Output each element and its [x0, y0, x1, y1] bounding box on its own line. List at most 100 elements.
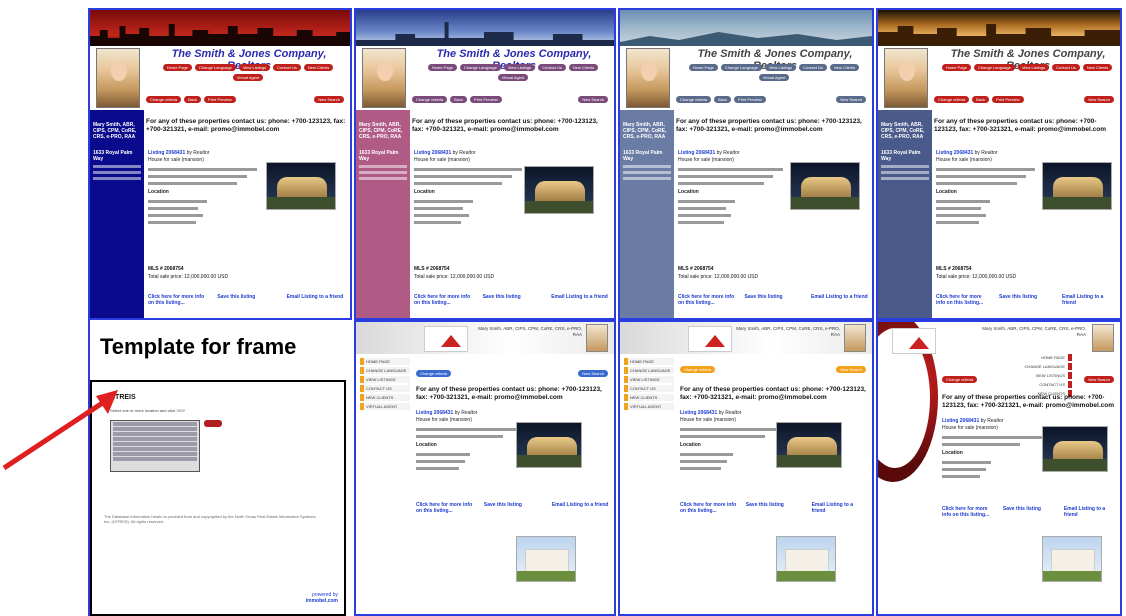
variant-red-swoosh[interactable]: Mary Smith, ABR, CIPS, CPM, CoRE, CRS, e…	[876, 320, 1122, 616]
side-nav-listings[interactable]: VIEW LISTINGS	[360, 376, 410, 383]
email-listing-link[interactable]: Email Listing to a friend	[552, 502, 610, 514]
listing-link[interactable]: Listing 2068431	[680, 410, 717, 416]
contact-button[interactable]: Contact Us	[538, 64, 566, 71]
save-listing-link[interactable]: Save this listing	[745, 294, 802, 306]
new-clients-button[interactable]: New Clients	[568, 64, 599, 71]
variant-mauve[interactable]: The Smith & Jones Company, Realtors Home…	[354, 8, 616, 320]
side-nav-clients[interactable]: NEW CLIENTS	[360, 394, 410, 401]
home-button[interactable]: Home Page	[688, 64, 718, 71]
email-listing-link[interactable]: Email Listing to a friend	[1064, 506, 1116, 518]
back-button[interactable]: Back	[714, 96, 732, 103]
email-listing-link[interactable]: Email Listing to a friend	[551, 294, 610, 306]
side-nav-contact[interactable]: CONTACT US	[360, 385, 410, 392]
listings-button[interactable]: View Listings	[764, 64, 797, 71]
virtual-agent-button[interactable]: Virtual Agent	[497, 74, 529, 81]
side-nav-home[interactable]: HOME PAGE	[624, 358, 674, 365]
new-clients-button[interactable]: New Clients	[303, 64, 334, 71]
new-search-button[interactable]: New Search	[836, 366, 866, 373]
more-info-link[interactable]: Click here for more info on this listing…	[148, 294, 207, 306]
email-listing-link[interactable]: Email Listing to a friend	[1062, 294, 1116, 306]
side-nav-contact[interactable]: CONTACT US	[624, 385, 674, 392]
language-button[interactable]: Change Language	[973, 64, 1015, 71]
side-nav-language[interactable]: CHANGE LANGUAGE	[1002, 363, 1072, 370]
listing-footer: Click here for more info on this listing…	[414, 294, 610, 306]
listing-link[interactable]: Listing 2068431	[936, 150, 973, 156]
side-nav-listings[interactable]: VIEW LISTINGS	[624, 376, 674, 383]
save-listing-link[interactable]: Save this listing	[746, 502, 802, 514]
listing-buttons: Change criteria New Search	[416, 370, 608, 377]
new-search-button[interactable]: New Search	[1084, 96, 1114, 103]
side-nav-home[interactable]: HOME PAGE	[1002, 354, 1072, 361]
side-nav-language[interactable]: CHANGE LANGUAGE	[624, 367, 674, 374]
back-button[interactable]: Back	[184, 96, 202, 103]
save-listing-link[interactable]: Save this listing	[999, 294, 1053, 306]
more-info-link[interactable]: Click here for more info on this listing…	[936, 294, 990, 306]
more-info-link[interactable]: Click here for more info on this listing…	[942, 506, 994, 518]
print-button[interactable]: Print Preview	[734, 96, 766, 103]
more-info-link[interactable]: Click here for more info on this listing…	[680, 502, 736, 514]
new-search-button[interactable]: New Search	[1084, 376, 1114, 383]
change-criteria-button[interactable]: Change criteria	[146, 96, 182, 103]
side-nav-agent[interactable]: VIRTUAL AGENT	[624, 403, 674, 410]
home-button[interactable]: Home Page	[941, 64, 971, 71]
contact-prefix: For any of these properties contact us:	[146, 118, 267, 125]
save-listing-link[interactable]: Save this listing	[1003, 506, 1055, 518]
home-button[interactable]: Home Page	[427, 64, 457, 71]
listing-link[interactable]: Listing 2068431	[678, 150, 715, 156]
save-listing-link[interactable]: Save this listing	[217, 294, 276, 306]
save-listing-link[interactable]: Save this listing	[483, 294, 542, 306]
contact-button[interactable]: Contact Us	[1052, 64, 1080, 71]
listing-link[interactable]: Listing 2068431	[416, 410, 453, 416]
email-listing-link[interactable]: Email Listing to a friend	[287, 294, 346, 306]
new-search-button[interactable]: New Search	[578, 96, 608, 103]
change-criteria-button[interactable]: Change criteria	[412, 96, 448, 103]
more-info-link[interactable]: Click here for more info on this listing…	[414, 294, 473, 306]
variant-light-2[interactable]: Mary Smith, ABR, CIPS, CPM, CoRE, CRS, e…	[618, 320, 874, 616]
listing-link[interactable]: Listing 2068431	[148, 150, 185, 156]
side-nav: HOME PAGE CHANGE LANGUAGE VIEW LISTINGS …	[624, 358, 674, 412]
print-button[interactable]: Print Preview	[204, 96, 236, 103]
print-button[interactable]: Print Preview	[470, 96, 502, 103]
language-button[interactable]: Change Language	[194, 64, 236, 71]
listings-button[interactable]: View Listings	[238, 64, 271, 71]
virtual-agent-button[interactable]: Virtual Agent	[232, 74, 264, 81]
listing-link[interactable]: Listing 2068431	[414, 150, 451, 156]
print-button[interactable]: Print Preview	[992, 96, 1024, 103]
more-info-link[interactable]: Click here for more info on this listing…	[416, 502, 474, 514]
variant-light-1[interactable]: Mary Smith, ABR, CIPS, CPM, CoRE, CRS, e…	[354, 320, 616, 616]
change-criteria-button[interactable]: Change criteria	[676, 96, 712, 103]
side-nav-clients[interactable]: NEW CLIENTS	[624, 394, 674, 401]
back-button[interactable]: Back	[972, 96, 990, 103]
more-info-link[interactable]: Click here for more info on this listing…	[678, 294, 735, 306]
new-search-button[interactable]: New Search	[836, 96, 866, 103]
side-nav-agent[interactable]: VIRTUAL AGENT	[360, 403, 410, 410]
go-button[interactable]	[204, 420, 222, 427]
change-criteria-button[interactable]: Change criteria	[416, 370, 452, 377]
new-search-button[interactable]: New Search	[578, 370, 608, 377]
variant-steel[interactable]: The Smith & Jones Company, Realtors Home…	[876, 8, 1122, 320]
email-listing-link[interactable]: Email Listing to a friend	[812, 502, 868, 514]
variant-navy[interactable]: The Smith & Jones Company, Realtors Home…	[88, 8, 352, 320]
new-clients-button[interactable]: New Clients	[829, 64, 860, 71]
change-criteria-button[interactable]: Change criteria	[942, 376, 978, 383]
save-listing-link[interactable]: Save this listing	[484, 502, 542, 514]
new-search-button[interactable]: New Search	[314, 96, 344, 103]
language-button[interactable]: Change Language	[720, 64, 762, 71]
side-nav-language[interactable]: CHANGE LANGUAGE	[360, 367, 410, 374]
back-button[interactable]: Back	[450, 96, 468, 103]
side-nav-home[interactable]: HOME PAGE	[360, 358, 410, 365]
listings-button[interactable]: View Listings	[1017, 64, 1050, 71]
home-button[interactable]: Home Page	[162, 64, 192, 71]
change-criteria-button[interactable]: Change criteria	[680, 366, 716, 373]
new-clients-button[interactable]: New Clients	[1082, 64, 1113, 71]
contact-button[interactable]: Contact Us	[273, 64, 301, 71]
virtual-agent-button[interactable]: Virtual Agent	[758, 74, 790, 81]
language-button[interactable]: Change Language	[459, 64, 501, 71]
email-listing-link[interactable]: Email Listing to a friend	[811, 294, 868, 306]
listings-button[interactable]: View Listings	[503, 64, 536, 71]
change-criteria-button[interactable]: Change criteria	[934, 96, 970, 103]
contact-button[interactable]: Contact Us	[799, 64, 827, 71]
listing-link[interactable]: Listing 2068431	[942, 418, 979, 424]
variant-slate[interactable]: The Smith & Jones Company, Realtors Home…	[618, 8, 874, 320]
powered-brand[interactable]: immobel.com	[306, 598, 338, 604]
